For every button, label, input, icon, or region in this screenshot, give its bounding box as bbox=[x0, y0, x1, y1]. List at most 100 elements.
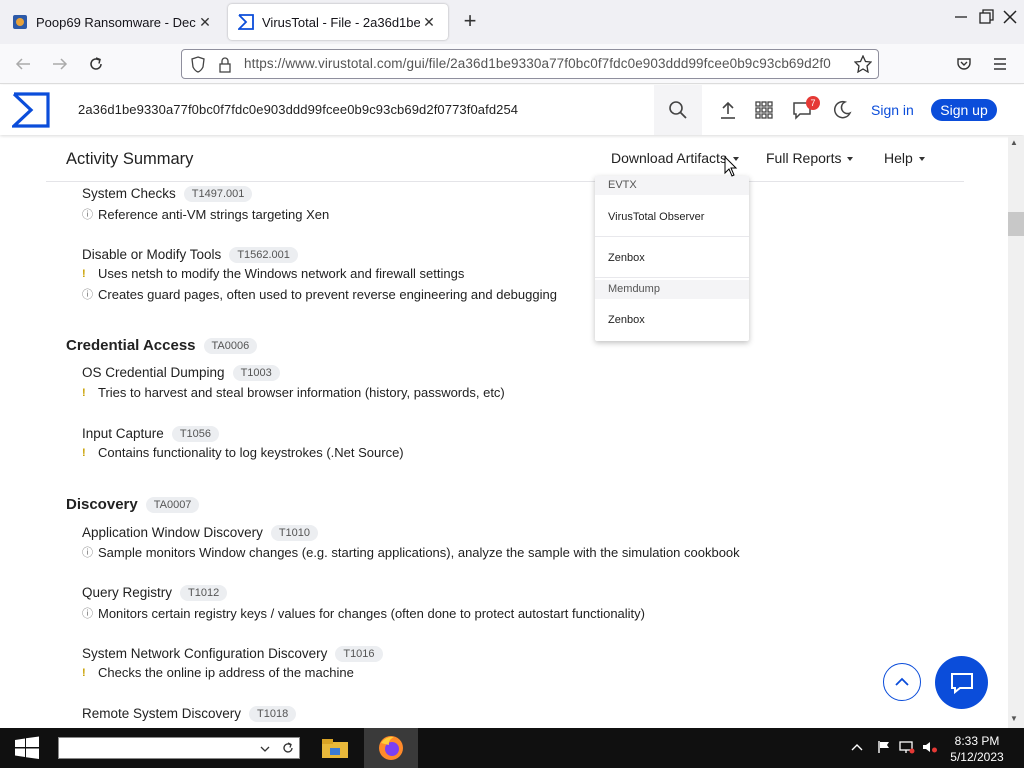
windows-taskbar: 8:33 PM 5/12/2023 bbox=[0, 728, 1024, 768]
clock-time: 8:33 PM bbox=[954, 734, 1000, 748]
chevron-up-icon bbox=[895, 677, 909, 686]
window-close-icon[interactable] bbox=[999, 6, 1021, 28]
technique-id-chip[interactable]: T1012 bbox=[180, 585, 228, 602]
notification-count-badge: 7 bbox=[806, 96, 820, 110]
scroll-down-arrow-icon[interactable]: ▼ bbox=[1010, 714, 1018, 723]
technique-name: Remote System Discovery bbox=[82, 706, 242, 721]
tab-virustotal[interactable]: VirusTotal - File - 2a36d1be9330 ✕ bbox=[228, 4, 448, 40]
reload-icon[interactable] bbox=[85, 53, 107, 75]
page-favicon-icon bbox=[12, 14, 28, 30]
technique-system-checks: System Checks T1497.001 bbox=[82, 186, 253, 203]
clock-date: 5/12/2023 bbox=[950, 750, 1004, 764]
main-content: Activity Summary Download Artifacts Full… bbox=[0, 136, 1008, 728]
tab-title: VirusTotal - File - 2a36d1be9330 bbox=[262, 14, 420, 30]
download-artifacts-menu[interactable]: Download Artifacts bbox=[611, 150, 739, 166]
back-arrow-icon[interactable] bbox=[12, 53, 34, 75]
tracking-shield-icon[interactable] bbox=[190, 56, 206, 79]
tactic-name: Discovery bbox=[66, 496, 138, 513]
technique-name: Disable or Modify Tools bbox=[82, 247, 222, 262]
scroll-up-arrow-icon[interactable]: ▲ bbox=[1010, 138, 1018, 147]
virustotal-logo-icon[interactable] bbox=[9, 92, 50, 133]
scroll-to-top-button[interactable] bbox=[883, 663, 921, 701]
tactic-name: Credential Access bbox=[66, 337, 196, 354]
apps-grid-icon[interactable] bbox=[753, 99, 775, 121]
chevron-down-icon bbox=[847, 157, 854, 162]
forward-arrow-icon[interactable] bbox=[49, 53, 71, 75]
technique-detail: ! Uses netsh to modify the Windows networ… bbox=[82, 266, 464, 281]
technique-detail: ⓘ Sample monitors Window changes (e.g. st… bbox=[82, 544, 740, 560]
network-icon[interactable] bbox=[899, 740, 915, 756]
dropdown-item-zenbox-evtx[interactable]: Zenbox bbox=[595, 238, 749, 278]
technique-name: OS Credential Dumping bbox=[82, 365, 225, 380]
technique-input-capture: Input Capture T1056 bbox=[82, 426, 220, 443]
tab-poop69-ransomware[interactable]: Poop69 Ransomware - Decrypti ✕ bbox=[2, 4, 224, 40]
search-icon[interactable] bbox=[654, 85, 702, 135]
warning-icon: ! bbox=[82, 666, 86, 679]
file-explorer-icon[interactable] bbox=[308, 728, 362, 768]
url-bar[interactable]: https://www.virustotal.com/gui/file/2a36… bbox=[181, 49, 879, 79]
menu-hamburger-icon[interactable] bbox=[989, 53, 1011, 75]
tab-close-icon[interactable]: ✕ bbox=[196, 14, 214, 31]
dark-mode-moon-icon[interactable] bbox=[831, 99, 853, 121]
technique-id-chip[interactable]: T1497.001 bbox=[183, 186, 253, 203]
detail-text: Sample monitors Window changes (e.g. sta… bbox=[98, 544, 740, 560]
technique-detail: ! Checks the online ip address of the mac… bbox=[82, 665, 354, 680]
tactic-id-chip[interactable]: TA0007 bbox=[145, 497, 200, 514]
scrollbar-thumb[interactable] bbox=[1008, 212, 1024, 236]
window-restore-icon[interactable] bbox=[975, 6, 997, 28]
detail-text: Monitors certain registry keys / values … bbox=[98, 605, 645, 621]
help-menu[interactable]: Help bbox=[884, 150, 925, 166]
tactic-credential-access: Credential Access TA0006 bbox=[66, 337, 258, 355]
taskbar-clock[interactable]: 8:33 PM 5/12/2023 bbox=[944, 733, 1010, 765]
tab-title: Poop69 Ransomware - Decrypti bbox=[36, 14, 196, 30]
taskbar-search-box[interactable] bbox=[58, 737, 300, 759]
warning-icon: ! bbox=[82, 386, 86, 399]
tactic-id-chip[interactable]: TA0006 bbox=[203, 338, 258, 355]
action-center-flag-icon[interactable] bbox=[876, 740, 892, 756]
download-artifacts-label: Download Artifacts bbox=[611, 150, 727, 166]
technique-name: Application Window Discovery bbox=[82, 525, 263, 540]
volume-muted-icon[interactable] bbox=[922, 740, 938, 756]
technique-id-chip[interactable]: T1010 bbox=[270, 525, 319, 542]
full-reports-menu[interactable]: Full Reports bbox=[766, 150, 854, 166]
technique-id-chip[interactable]: T1562.001 bbox=[229, 247, 298, 264]
detail-text: Creates guard pages, often used to preve… bbox=[98, 286, 557, 302]
full-reports-label: Full Reports bbox=[766, 150, 842, 166]
refresh-icon[interactable] bbox=[281, 741, 295, 755]
technique-detail: ⓘ Monitors certain registry keys / values… bbox=[82, 605, 645, 621]
info-icon: ⓘ bbox=[82, 547, 93, 559]
activity-summary-bar: Activity Summary Download Artifacts Full… bbox=[46, 136, 964, 182]
sign-up-button[interactable]: Sign up bbox=[931, 99, 997, 121]
detail-text: Checks the online ip address of the mach… bbox=[98, 665, 354, 680]
pocket-icon[interactable] bbox=[953, 53, 975, 75]
lock-icon[interactable] bbox=[218, 56, 232, 79]
tray-chevron-up-icon[interactable] bbox=[849, 740, 865, 756]
bookmark-star-icon[interactable] bbox=[853, 54, 873, 78]
dropdown-group-memdump: Memdump bbox=[595, 280, 749, 299]
technique-id-chip[interactable]: T1056 bbox=[171, 426, 220, 443]
search-input[interactable]: 2a36d1be9330a77f0bc0f7fdc0e903ddd99fcee0… bbox=[78, 102, 518, 117]
technique-id-chip[interactable]: T1003 bbox=[232, 365, 280, 382]
technique-id-chip[interactable]: T1018 bbox=[249, 706, 297, 723]
technique-system-network-configuration-discovery: System Network Configuration Discovery T1… bbox=[82, 646, 383, 663]
technique-id-chip[interactable]: T1016 bbox=[335, 646, 383, 663]
technique-detail: ⓘ Reference anti-VM strings targeting Xen bbox=[82, 206, 329, 222]
upload-icon[interactable] bbox=[717, 99, 739, 121]
info-icon: ⓘ bbox=[82, 289, 93, 301]
dropdown-item-zenbox-memdump[interactable]: Zenbox bbox=[595, 300, 749, 340]
window-minimize-icon[interactable] bbox=[950, 6, 972, 28]
technique-detail: ⓘ Creates guard pages, often used to prev… bbox=[82, 286, 557, 302]
url-text[interactable]: https://www.virustotal.com/gui/file/2a36… bbox=[244, 56, 844, 71]
chevron-down-icon bbox=[918, 157, 925, 162]
technique-query-registry: Query Registry T1012 bbox=[82, 585, 228, 602]
chat-button[interactable] bbox=[935, 656, 988, 709]
dropdown-item-virustotal-observer[interactable]: VirusTotal Observer bbox=[595, 197, 749, 237]
firefox-icon[interactable] bbox=[364, 728, 418, 768]
sign-in-link[interactable]: Sign in bbox=[871, 102, 914, 118]
new-tab-button[interactable]: + bbox=[458, 10, 482, 34]
technique-remote-system-discovery: Remote System Discovery T1018 bbox=[82, 706, 297, 723]
detail-text: Tries to harvest and steal browser infor… bbox=[98, 385, 505, 400]
tab-close-icon[interactable]: ✕ bbox=[420, 14, 438, 31]
windows-start-icon[interactable] bbox=[0, 728, 54, 768]
technique-disable-modify-tools: Disable or Modify Tools T1562.001 bbox=[82, 247, 298, 264]
